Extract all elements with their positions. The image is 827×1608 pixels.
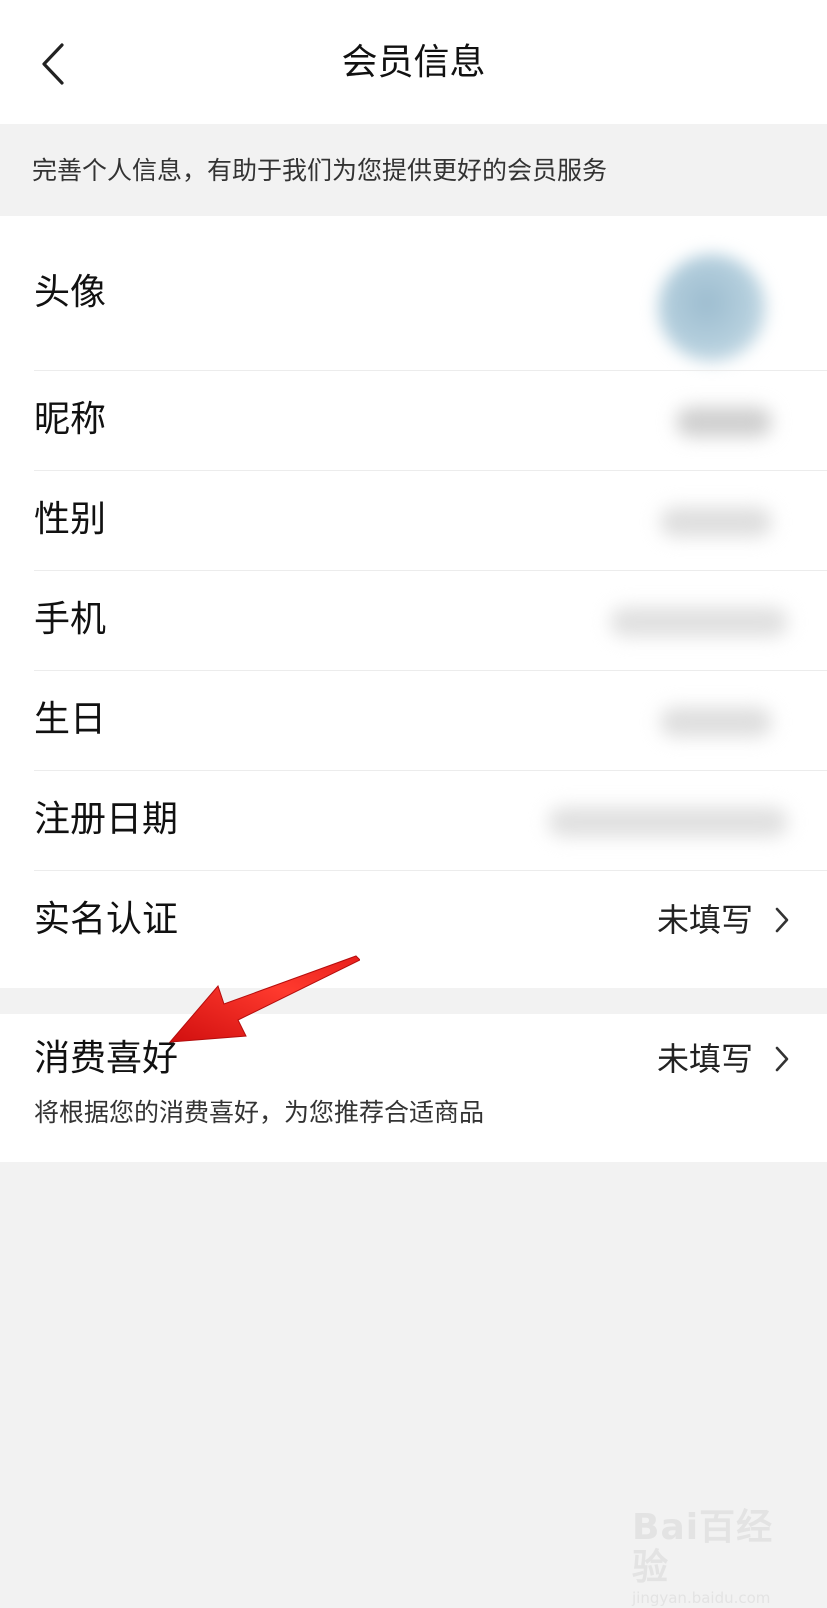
nickname-label: 昵称 (34, 399, 107, 440)
birthday-label: 生日 (34, 699, 107, 740)
gender-label: 性别 (34, 499, 107, 540)
page-title: 会员信息 (341, 42, 486, 83)
gender-value-blurred (660, 507, 772, 537)
phone-value-blurred (610, 607, 788, 637)
gender-row[interactable]: 性别 (0, 471, 827, 570)
consumption-preference-value: 未填写 (656, 1040, 753, 1078)
real-name-verification-value: 未填写 (656, 901, 753, 939)
register-date-row: 注册日期 (0, 771, 827, 870)
register-date-label: 注册日期 (34, 799, 179, 840)
consumption-preference-row[interactable]: 消费喜好 未填写 将根据您的消费喜好，为您推荐合适商品 (0, 1014, 827, 1162)
real-name-verification-label: 实名认证 (34, 899, 179, 940)
real-name-verification-row[interactable]: 实名认证 未填写 (0, 871, 827, 988)
nickname-value-blurred (676, 407, 772, 437)
watermark-brand: Bai百经验 (632, 1507, 774, 1588)
red-arrow-annotation-icon (168, 955, 360, 1043)
info-tip-text: 完善个人信息，有助于我们为您提供更好的会员服务 (32, 156, 608, 185)
chevron-right-icon (771, 895, 793, 945)
profile-info-group: 头像 昵称 性别 手机 生日 注册日期 实名认证 未填写 (0, 216, 827, 988)
nickname-row[interactable]: 昵称 (0, 371, 827, 470)
birthday-row[interactable]: 生日 (0, 671, 827, 770)
register-date-value-blurred (548, 807, 788, 837)
consumption-preference-description: 将根据您的消费喜好，为您推荐合适商品 (34, 1098, 485, 1127)
baidu-jingyan-watermark: Bai百经验 jingyan.baidu.com (632, 1508, 802, 1608)
birthday-value-blurred (660, 707, 772, 737)
phone-row[interactable]: 手机 (0, 571, 827, 670)
avatar[interactable] (658, 254, 766, 362)
avatar-row[interactable]: 头像 (0, 216, 827, 370)
nav-bar: 会员信息 (0, 0, 827, 124)
avatar-label: 头像 (34, 272, 107, 313)
watermark-url: jingyan.baidu.com (632, 1589, 771, 1607)
consumption-preference-label: 消费喜好 (34, 1038, 179, 1079)
phone-label: 手机 (34, 599, 107, 640)
info-tip-bar: 完善个人信息，有助于我们为您提供更好的会员服务 (0, 124, 827, 216)
preference-group: 消费喜好 未填写 将根据您的消费喜好，为您推荐合适商品 (0, 1014, 827, 1162)
chevron-right-icon (771, 1034, 793, 1084)
